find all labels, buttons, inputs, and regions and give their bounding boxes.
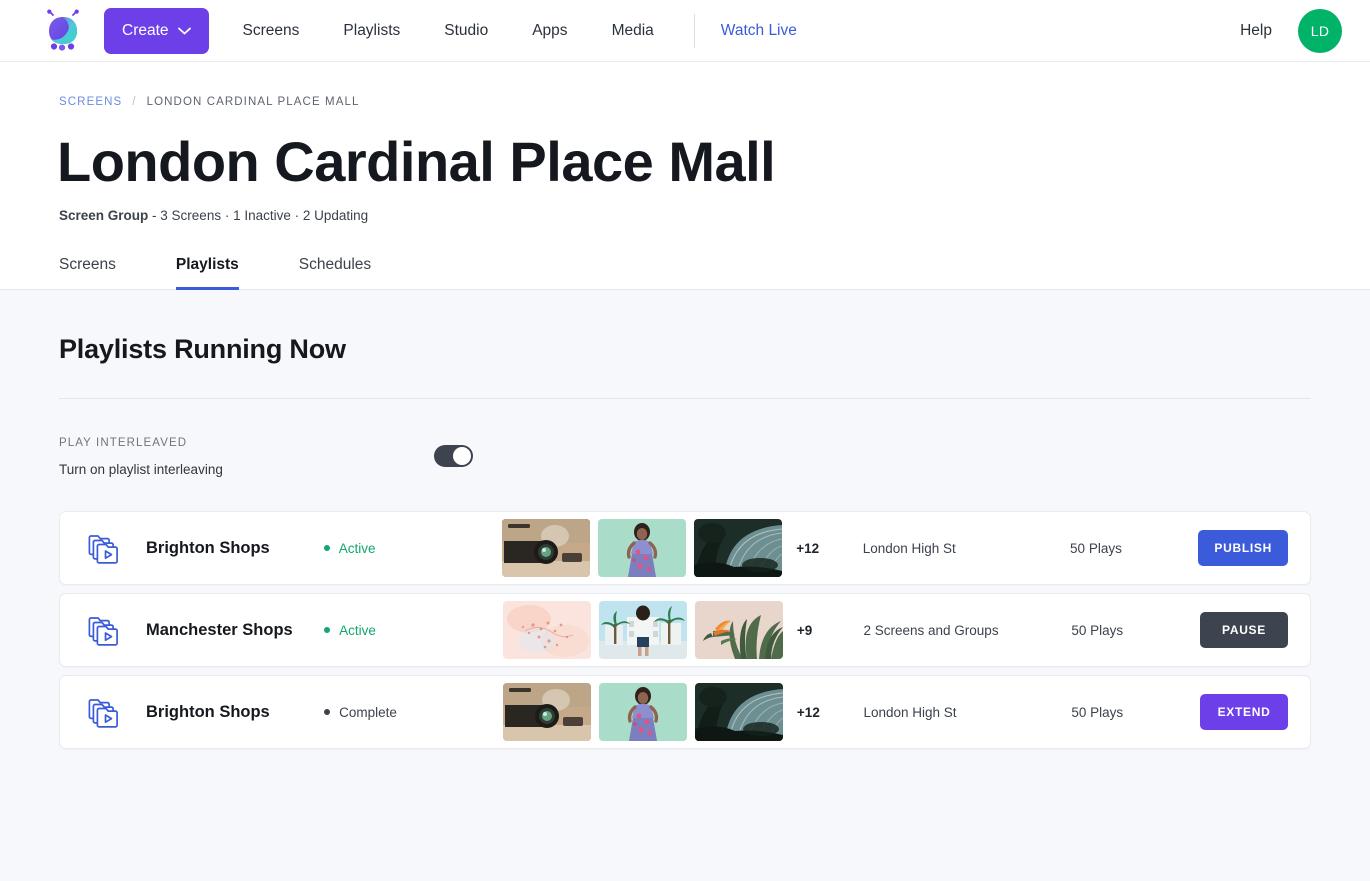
nav-item-studio[interactable]: Studio — [422, 0, 510, 62]
breadcrumb-current: LONDON CARDINAL PLACE MALL — [147, 96, 360, 108]
create-button[interactable]: Create — [104, 8, 209, 54]
thumbnail-woman-floral-dress[interactable] — [598, 519, 686, 577]
playlist-target: London High St — [863, 541, 1070, 556]
thumbnail-camera-lens[interactable] — [502, 519, 590, 577]
play-interleaved-setting: PLAY INTERLEAVED Turn on playlist interl… — [59, 399, 1311, 511]
status-dot-icon — [324, 545, 330, 551]
status-label: Complete — [339, 705, 397, 720]
tab-schedules[interactable]: Schedules — [299, 256, 371, 290]
status-badge: Active — [324, 623, 443, 638]
playlist-folders-icon — [84, 529, 122, 567]
playlist-plays: 50 Plays — [1071, 705, 1200, 720]
table-row[interactable]: Manchester Shops Active — [59, 593, 1311, 667]
nav-item-apps[interactable]: Apps — [510, 0, 589, 62]
playlist-target: London High St — [863, 705, 1071, 720]
status-badge: Complete — [324, 705, 443, 720]
extra-items-count: +9 — [797, 623, 839, 638]
thumbnail-pink-abstract[interactable] — [503, 601, 591, 659]
extra-items-count: +12 — [796, 541, 837, 556]
page-subtitle-type: Screen Group — [59, 208, 148, 223]
nav-divider — [694, 14, 695, 48]
nav-right-group: Help LD — [1222, 9, 1370, 53]
top-navigation-bar: Create Screens Playlists Studio Apps Med… — [0, 0, 1370, 62]
nav-item-watch-live[interactable]: Watch Live — [699, 0, 819, 62]
playlist-thumbnails — [502, 519, 782, 577]
nav-item-playlists[interactable]: Playlists — [321, 0, 422, 62]
play-interleaved-description: Turn on playlist interleaving — [59, 462, 434, 477]
page-subtitle-detail: - 3 Screens · 1 Inactive · 2 Updating — [152, 208, 368, 223]
thumbnail-bird-of-paradise[interactable] — [695, 601, 783, 659]
playlist-folders-icon — [84, 611, 122, 649]
playlist-plays: 50 Plays — [1071, 623, 1200, 638]
thumbnail-camera-lens[interactable] — [503, 683, 591, 741]
extend-button[interactable]: EXTEND — [1200, 694, 1288, 730]
page-header: SCREENS / LONDON CARDINAL PLACE MALL Lon… — [0, 62, 1370, 290]
tab-playlists[interactable]: Playlists — [176, 256, 239, 290]
play-interleaved-caption: PLAY INTERLEAVED — [59, 437, 434, 449]
playlist-target: 2 Screens and Groups — [863, 623, 1071, 638]
extra-items-count: +12 — [797, 705, 839, 720]
publish-button[interactable]: PUBLISH — [1198, 530, 1288, 566]
butterfly-logo-icon[interactable] — [40, 8, 86, 54]
play-interleaved-toggle[interactable] — [434, 445, 473, 467]
status-badge: Active — [324, 541, 442, 556]
playlist-rows: Brighton Shops Active — [59, 511, 1311, 749]
thumbnail-greenhouse-canopy[interactable] — [695, 683, 783, 741]
breadcrumb-separator: / — [132, 96, 136, 108]
help-link[interactable]: Help — [1222, 22, 1290, 40]
status-dot-icon — [324, 709, 330, 715]
nav-item-media[interactable]: Media — [590, 0, 676, 62]
pause-button[interactable]: PAUSE — [1200, 612, 1288, 648]
play-interleaved-labels: PLAY INTERLEAVED Turn on playlist interl… — [59, 437, 434, 477]
table-row[interactable]: Brighton Shops Active — [59, 511, 1311, 585]
playlist-name: Brighton Shops — [146, 539, 324, 558]
main-content: Playlists Running Now PLAY INTERLEAVED T… — [0, 290, 1370, 749]
status-label: Active — [339, 623, 376, 638]
playlist-action-cell: PAUSE — [1200, 612, 1288, 648]
page-tabs: Screens Playlists Schedules — [59, 255, 1330, 289]
playlist-thumbnails — [503, 683, 783, 741]
thumbnail-woman-floral-dress[interactable] — [599, 683, 687, 741]
playlist-name: Manchester Shops — [146, 621, 324, 640]
user-avatar[interactable]: LD — [1298, 9, 1342, 53]
table-row[interactable]: Brighton Shops Complete — [59, 675, 1311, 749]
nav-item-screens[interactable]: Screens — [221, 0, 322, 62]
thumbnail-tropical-beach[interactable] — [599, 601, 687, 659]
playlist-action-cell: EXTEND — [1200, 694, 1288, 730]
playlist-action-cell: PUBLISH — [1198, 530, 1288, 566]
status-dot-icon — [324, 627, 330, 633]
chevron-down-icon — [178, 27, 191, 35]
toggle-knob — [453, 447, 471, 465]
playlist-thumbnails — [503, 601, 783, 659]
breadcrumb: SCREENS / LONDON CARDINAL PLACE MALL — [59, 96, 1330, 108]
tab-screens[interactable]: Screens — [59, 256, 116, 290]
playlist-folders-icon — [84, 693, 122, 731]
primary-nav-links: Screens Playlists Studio Apps Media Watc… — [221, 0, 819, 61]
section-title: Playlists Running Now — [59, 334, 1311, 365]
breadcrumb-screens-link[interactable]: SCREENS — [59, 96, 122, 108]
page-subtitle: Screen Group - 3 Screens · 1 Inactive · … — [59, 208, 1330, 223]
page-title: London Cardinal Place Mall — [57, 130, 1330, 194]
thumbnail-greenhouse-canopy[interactable] — [694, 519, 782, 577]
playlist-plays: 50 Plays — [1070, 541, 1198, 556]
playlist-name: Brighton Shops — [146, 703, 324, 722]
create-button-label: Create — [122, 22, 169, 40]
status-label: Active — [339, 541, 376, 556]
